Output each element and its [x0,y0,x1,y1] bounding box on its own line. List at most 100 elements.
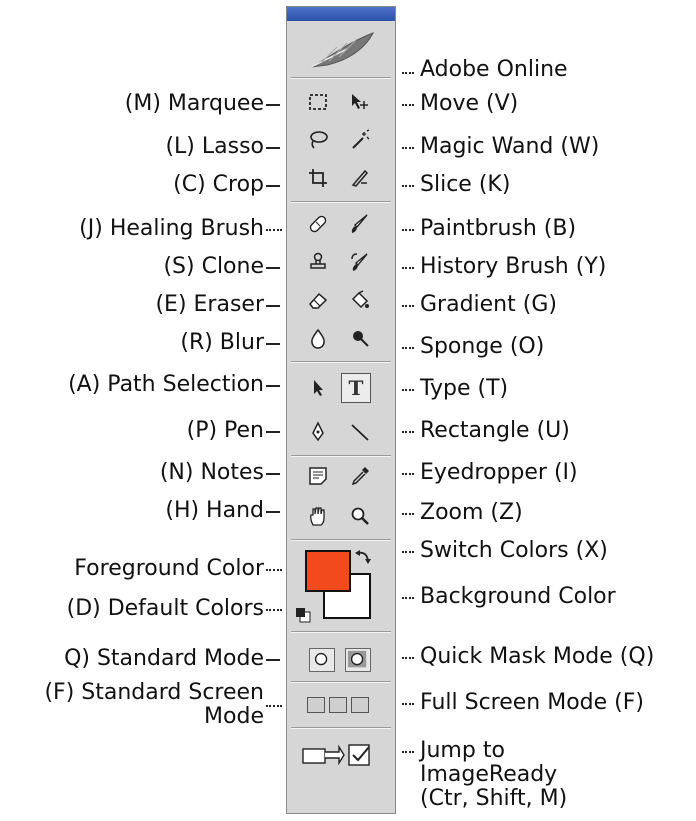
eyedropper-icon[interactable] [345,461,375,491]
label-quick-mask-mode: Quick Mask Mode (Q) [420,644,655,669]
label-marquee: (M) Marquee [124,91,264,116]
leader-line [402,72,414,74]
label-imageready: ImageReady [420,762,558,787]
imageready-check-icon[interactable] [347,743,373,767]
quick-mask-mode-button[interactable] [345,648,371,672]
label-path-selection: (A) Path Selection [68,372,264,397]
leader-line [402,347,414,349]
separator [291,455,391,457]
label-rectangle: Rectangle (U) [420,418,570,443]
label-history-brush: History Brush (Y) [420,254,607,279]
label-sponge: Sponge (O) [420,334,545,359]
history-brush-icon[interactable] [345,247,375,277]
hand-icon[interactable] [303,501,333,531]
label-jump-shortcut: (Ctr, Shift, M) [420,786,568,811]
line-icon[interactable] [345,417,375,447]
photoshop-toolbox: T [286,6,396,814]
healing-brush-icon[interactable] [303,209,333,239]
crop-icon[interactable] [303,163,333,193]
sponge-icon[interactable] [345,323,375,353]
default-colors-icon[interactable] [295,607,311,623]
leader-line [402,431,414,433]
label-type: Type (T) [420,376,509,401]
label-paintbrush: Paintbrush (B) [420,216,577,241]
label-standard-screen-mode: Mode [204,704,264,729]
foreground-color-swatch[interactable] [305,550,351,592]
label-pen: (P) Pen [186,418,264,443]
eraser-icon[interactable] [303,285,333,315]
leader-line [402,147,414,149]
move-icon[interactable] [345,87,375,117]
label-adobe-online: Adobe Online [420,57,568,82]
lasso-icon[interactable] [303,125,333,155]
leader-line [266,609,282,611]
full-screen-mode-button[interactable] [351,697,369,713]
label-clone: (S) Clone [163,254,264,279]
notes-icon[interactable] [303,461,333,491]
leader-line [266,104,280,106]
separator [291,681,391,683]
label-jump-to: Jump to [420,738,505,763]
separator [291,631,391,633]
leader-line [402,597,414,599]
label-hand: (H) Hand [165,498,264,523]
label-zoom: Zoom (Z) [420,500,523,525]
leader-line [402,513,414,515]
leader-line [402,389,414,391]
leader-line [266,305,280,307]
full-screen-menu-mode-button[interactable] [329,697,347,713]
pen-icon[interactable] [303,417,333,447]
leader-line [266,569,282,571]
feather-icon[interactable] [307,29,377,71]
leader-line [402,657,414,659]
jump-to-imageready-icon[interactable] [301,743,345,767]
leader-line [266,343,280,345]
path-selection-icon[interactable] [303,373,333,403]
leader-line [402,473,414,475]
leader-line [266,185,280,187]
separator [291,727,391,729]
type-icon[interactable]: T [341,373,371,403]
magic-wand-icon[interactable] [345,125,375,155]
leader-line [266,267,280,269]
label-eyedropper: Eyedropper (I) [420,460,578,485]
label-gradient: Gradient (G) [420,292,557,317]
label-slice: Slice (K) [420,172,511,197]
switch-colors-icon[interactable] [353,547,373,567]
zoom-icon[interactable] [345,501,375,531]
label-crop: (C) Crop [173,172,264,197]
label-foreground-color: Foreground Color [74,556,264,581]
leader-line [402,185,414,187]
standard-screen-mode-button[interactable] [307,697,325,713]
leader-line [266,431,280,433]
label-healing-brush: (J) Healing Brush [79,216,264,241]
leader-line [266,659,280,661]
label-standard-screen: (F) Standard Screen [44,680,264,705]
clone-stamp-icon[interactable] [303,247,333,277]
label-default-colors: (D) Default Colors [66,596,264,621]
leader-line [266,147,280,149]
leader-line [402,104,414,106]
leader-line [402,229,414,231]
marquee-icon[interactable] [303,87,333,117]
gradient-icon[interactable] [345,285,375,315]
label-eraser: (E) Eraser [155,292,264,317]
leader-line [402,305,414,307]
leader-line [402,551,414,553]
label-blur: (R) Blur [180,330,264,355]
separator [291,201,391,203]
paintbrush-icon[interactable] [345,209,375,239]
slice-icon[interactable] [345,163,375,193]
separator [291,539,391,541]
label-switch-colors: Switch Colors (X) [420,538,608,563]
label-lasso: (L) Lasso [165,134,264,159]
standard-mode-button[interactable] [309,648,335,672]
leader-line [266,385,280,387]
leader-line [266,229,282,231]
leader-line [402,267,414,269]
blur-icon[interactable] [303,323,333,353]
leader-line [402,751,414,753]
leader-line [266,511,280,513]
label-notes: (N) Notes [159,460,264,485]
toolbox-title-bar[interactable] [287,7,395,21]
